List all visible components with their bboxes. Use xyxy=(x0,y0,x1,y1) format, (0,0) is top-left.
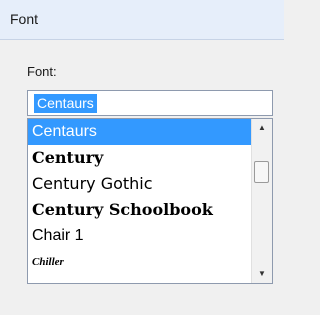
scroll-up-icon[interactable]: ▲ xyxy=(252,119,272,137)
font-input[interactable]: Centaurs xyxy=(27,90,273,116)
font-list-item-century[interactable]: Century xyxy=(28,145,251,171)
font-list-item-centaurs[interactable]: Centaurs xyxy=(28,119,251,145)
scroll-down-icon[interactable]: ▼ xyxy=(252,265,272,283)
vertical-scrollbar[interactable]: ▲ ▼ xyxy=(251,119,272,283)
font-list-item-chiller[interactable]: Chiller xyxy=(28,249,251,275)
font-list-items: Centaurs Century Century Gothic Century … xyxy=(28,119,251,283)
font-listbox[interactable]: Centaurs Century Century Gothic Century … xyxy=(27,118,273,284)
font-label: Font: xyxy=(27,64,57,79)
font-input-value[interactable]: Centaurs xyxy=(34,94,97,113)
scroll-thumb[interactable] xyxy=(254,161,269,183)
font-list-item-century-schoolbook[interactable]: Century Schoolbook xyxy=(28,197,251,223)
dialog-titlebar: Font xyxy=(0,0,284,40)
dialog-title: Font xyxy=(10,11,39,27)
font-list-item-century-gothic[interactable]: Century Gothic xyxy=(28,171,251,197)
font-list-item-chair-1[interactable]: Chair 1 xyxy=(28,223,251,249)
